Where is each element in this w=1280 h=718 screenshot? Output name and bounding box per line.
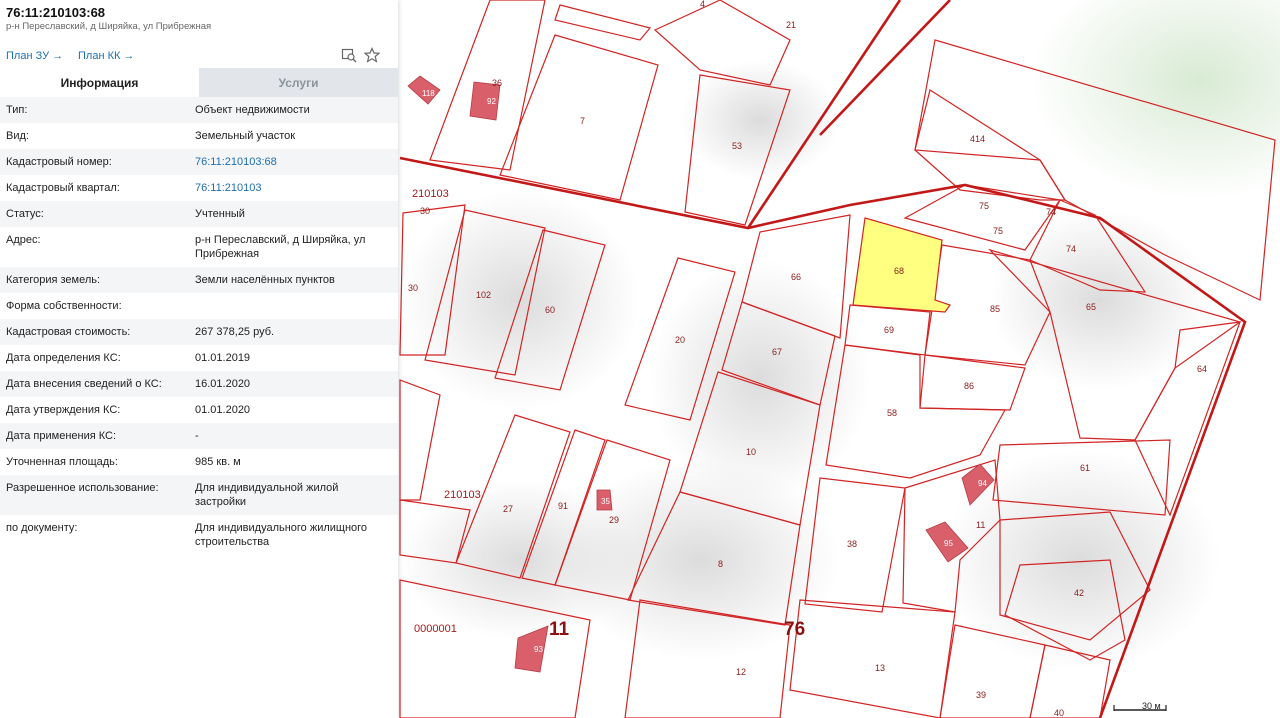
svg-text:13: 13 [875,663,885,673]
svg-text:95: 95 [944,539,953,548]
tab-information[interactable]: Информация [0,68,199,97]
svg-text:29: 29 [609,515,619,525]
panel-header: 76:11:210103:68 р-н Переславский, д Ширя… [0,0,398,68]
cadastral-number-link[interactable]: 76:11:210103:68 [195,155,398,169]
svg-text:58: 58 [887,408,897,418]
star-icon[interactable] [363,47,381,63]
svg-text:38: 38 [847,539,857,549]
svg-text:10: 10 [746,447,756,457]
svg-text:210103: 210103 [444,489,481,501]
svg-text:21: 21 [786,20,796,30]
properties-table: Тип: Объект недвижимости Вид: Земельный уч… [0,97,398,555]
svg-text:102: 102 [476,290,491,300]
svg-text:118: 118 [422,89,435,98]
svg-text:414: 414 [970,134,985,144]
svg-text:65: 65 [1086,302,1096,312]
svg-text:67: 67 [772,347,782,357]
svg-text:4: 4 [700,0,705,9]
svg-text:210103: 210103 [412,188,449,200]
table-row: Вид: Земельный участок [6,130,296,142]
svg-text:27: 27 [503,504,513,514]
svg-text:66: 66 [791,272,801,282]
svg-text:91: 91 [558,501,568,511]
table-row: Кадастровый номер: 76:11:210103:68 [0,149,398,175]
table-row: Адрес: р-н Переславский, д Ширяйка, ул Пр… [6,234,366,260]
table-row: Кадастровый квартал: 76:11:210103 [0,175,398,201]
table-row: по документу: Для индивидуального жилищно… [6,522,368,548]
svg-text:39: 39 [976,690,986,700]
table-row: Дата внесения сведений о КС: 16.01.2020 [0,371,398,397]
svg-text:69: 69 [884,325,894,335]
table-row: Статус: Учтенный [0,201,398,227]
svg-text:0000001: 0000001 [414,623,457,635]
svg-text:68: 68 [894,266,904,276]
svg-text:11: 11 [976,520,985,530]
tab-services[interactable]: Услуги [199,68,398,97]
svg-text:53: 53 [732,141,742,151]
table-row: Дата определения КС: 01.01.2019 [6,352,251,364]
scale-bar: 30 м [1112,700,1168,712]
svg-text:75: 75 [979,201,989,211]
cadastral-quarter-link[interactable]: 76:11:210103 [195,181,398,195]
table-row: Категория земель: Земли населённых пункто… [0,267,398,293]
svg-text:30: 30 [420,206,430,216]
svg-text:7: 7 [580,116,585,126]
address-subtitle: р-н Переславский, д Ширяйка, ул Прибрежн… [6,21,212,32]
table-row: Дата применения КС: - [0,423,398,449]
svg-text:60: 60 [545,305,555,315]
svg-text:92: 92 [487,97,496,106]
svg-text:40: 40 [1054,708,1064,718]
table-row: Разрешенное использование: Для индивидуал… [0,475,398,515]
svg-text:20: 20 [675,335,685,345]
svg-text:42: 42 [1074,588,1084,598]
svg-text:85: 85 [990,304,1000,314]
svg-text:11: 11 [549,619,570,640]
plan-kk-link[interactable]: План КК → [78,50,134,62]
table-row: Кадастровая стоимость: 267 378,25 руб. [0,319,398,345]
svg-text:75: 75 [993,226,1003,236]
svg-text:74: 74 [1066,244,1076,254]
svg-text:61: 61 [1080,463,1090,473]
cadastral-number-title: 76:11:210103:68 [6,5,106,20]
table-row: Форма собственности: [6,300,122,312]
svg-text:35: 35 [601,497,610,506]
zoom-to-icon[interactable] [341,47,357,63]
svg-text:76: 76 [784,619,805,640]
svg-text:8: 8 [718,559,723,569]
svg-text:64: 64 [1197,364,1207,374]
svg-text:12: 12 [736,667,746,677]
plan-zu-link[interactable]: План ЗУ → [6,50,63,62]
svg-text:36: 36 [492,78,502,88]
table-row: Тип: Объект недвижимости [0,97,398,123]
info-panel: 76:11:210103:68 р-н Переславский, д Ширя… [0,0,398,718]
svg-text:94: 94 [978,479,987,488]
svg-text:86: 86 [964,381,974,391]
svg-text:74: 74 [1046,207,1056,217]
table-row: Уточненная площадь: 985 кв. м [6,456,241,468]
svg-text:93: 93 [534,645,543,654]
table-row: Дата утверждения КС: 01.01.2020 [6,404,251,416]
svg-text:30: 30 [408,283,418,293]
scale-label: 30 м [1142,701,1161,711]
panel-tabs: Информация Услуги [0,68,398,97]
